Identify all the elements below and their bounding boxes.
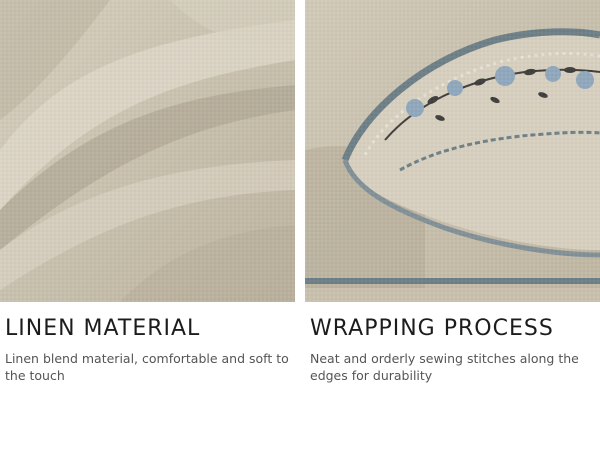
feature-panel-wrapping: WRAPPING PROCESS Neat and orderly sewing… — [305, 0, 600, 450]
linen-fabric-photo — [0, 0, 295, 302]
feature-panel-linen: LINEN MATERIAL Linen blend material, com… — [0, 0, 295, 450]
panel-title: LINEN MATERIAL — [5, 316, 201, 341]
panel-title: WRAPPING PROCESS — [310, 316, 554, 341]
panel-description: Linen blend material, comfortable and so… — [5, 351, 289, 383]
embroidered-edge-photo — [305, 0, 600, 302]
panel-description: Neat and orderly sewing stitches along t… — [310, 351, 579, 383]
